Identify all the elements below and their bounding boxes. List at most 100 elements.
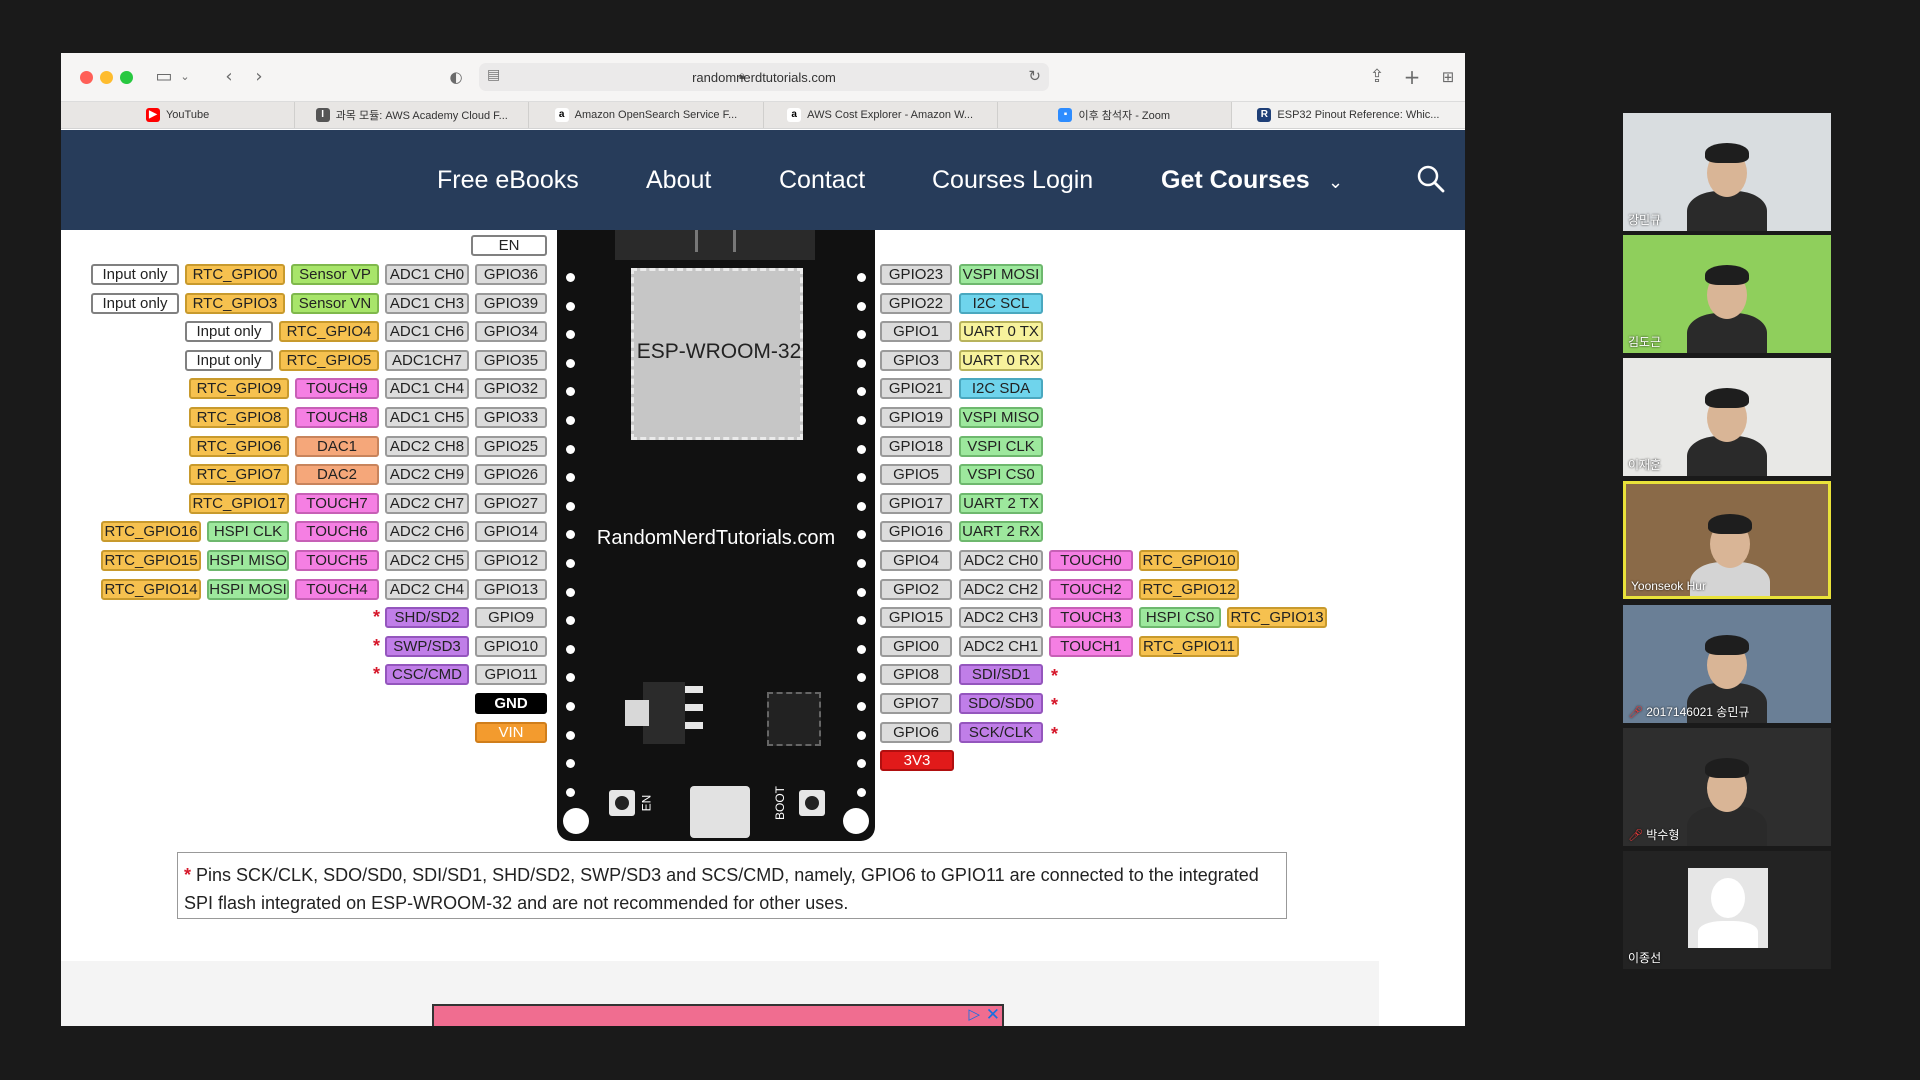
- nav-contact[interactable]: Contact: [779, 166, 865, 195]
- browser-tab[interactable]: ▶ YouTube: [61, 102, 296, 128]
- tab-overview-icon[interactable]: ⊞: [1436, 65, 1460, 89]
- page-content: ESP-WROOM-32 RandomNerdTutorials.com EN …: [61, 230, 1465, 1026]
- pin-function-label: RTC_GPIO11: [1139, 635, 1239, 657]
- pin-function-label: ADC2 CH1: [959, 635, 1043, 657]
- tab-bar: ▶ YouTube I 과목 모듈: AWS Academy Cloud F... a A…: [61, 101, 1465, 129]
- flash-pin-asterisk: *: [1051, 695, 1059, 715]
- pin-function-label: RTC_GPIO17: [189, 492, 289, 514]
- pin-3v3: 3V3: [880, 750, 954, 772]
- search-icon[interactable]: [1416, 164, 1446, 194]
- pin-gpio-label: GPIO32: [475, 378, 547, 400]
- forward-icon[interactable]: ›: [247, 65, 271, 89]
- header-pin: [857, 473, 866, 483]
- ad-info-icon[interactable]: ▷: [968, 1005, 980, 1023]
- window-minimize-button[interactable]: [100, 71, 113, 84]
- pin-function-label: TOUCH9: [295, 378, 379, 400]
- participant-tile[interactable]: 김도근: [1623, 235, 1831, 353]
- reload-icon[interactable]: ↻: [1028, 67, 1041, 85]
- tab-label: ESP32 Pinout Reference: Whic...: [1277, 109, 1440, 121]
- participant-name-label: 이재훈: [1628, 456, 1661, 473]
- browser-tab[interactable]: a AWS Cost Explorer - Amazon W...: [764, 102, 998, 128]
- nav-get-courses[interactable]: Get Courses: [1161, 166, 1310, 195]
- participant-tile[interactable]: Yoonseok Hur: [1623, 481, 1831, 599]
- voltage-regulator: [625, 682, 685, 744]
- pin-function-label: Input only: [185, 349, 273, 371]
- nav-free-ebooks[interactable]: Free eBooks: [437, 166, 579, 195]
- pin-function-label: TOUCH0: [1049, 550, 1133, 571]
- pin-function-label: ADC2 CH4: [385, 578, 469, 600]
- tab-favicon-icon: R: [1257, 108, 1272, 122]
- browser-tab[interactable]: a Amazon OpenSearch Service F...: [529, 102, 764, 128]
- tab-favicon-icon: a: [554, 108, 569, 122]
- pin-function-label: ADC2 CH9: [385, 464, 469, 486]
- participant-name-label: 김도근: [1628, 333, 1661, 350]
- pin-function-label: RTC_GPIO14: [101, 578, 201, 600]
- en-button: [609, 790, 635, 816]
- pin-function-label: RTC_GPIO3: [185, 292, 285, 314]
- header-pin: [857, 273, 866, 282]
- pin-function-label: ADC1 CH6: [385, 321, 469, 343]
- participant-tile[interactable]: 이재훈: [1623, 358, 1831, 476]
- chevron-down-icon[interactable]: ⌄: [173, 65, 197, 89]
- pin-function-label: ADC1 CH4: [385, 378, 469, 400]
- flash-pin-asterisk: *: [1051, 723, 1059, 744]
- participant-tile[interactable]: 이종선: [1623, 851, 1831, 969]
- header-pin: [566, 416, 575, 425]
- pin-function-label: RTC_GPIO8: [189, 407, 289, 428]
- chip-label: ESP-WROOM-32: [636, 340, 802, 363]
- pin-function-label: ADC1 CH3: [385, 292, 469, 314]
- pin-function-label: ADC1 CH5: [385, 407, 469, 428]
- tab-label: YouTube: [165, 109, 210, 121]
- nav-about[interactable]: About: [646, 166, 711, 195]
- pin-function-label: Sensor VN: [291, 292, 379, 314]
- pin-function-label: RTC_GPIO5: [279, 349, 379, 371]
- pin-function-label: SCK/CLK: [959, 721, 1043, 743]
- flash-pin-asterisk: *: [373, 607, 381, 628]
- browser-tab[interactable]: R ESP32 Pinout Reference: Whic...: [1231, 102, 1465, 128]
- note-text: Pins SCK/CLK, SDO/SD0, SDI/SD1, SHD/SD2,…: [184, 865, 1259, 913]
- pin-function-label: RTC_GPIO13: [1227, 607, 1327, 629]
- tab-favicon-icon: ▪: [1058, 108, 1073, 122]
- close-icon[interactable]: ✕: [986, 1005, 1000, 1025]
- back-icon[interactable]: ‹: [217, 65, 241, 89]
- tab-favicon-icon: ▶: [145, 108, 160, 122]
- header-pin: [857, 358, 866, 368]
- participant-tile[interactable]: 강민규: [1623, 113, 1831, 231]
- advertisement-banner[interactable]: ▷ ✕: [432, 1004, 1004, 1026]
- pin-function-label: ADC2 CH5: [385, 550, 469, 571]
- pin-function-label: ADC2 CH0: [959, 550, 1043, 571]
- pin-gpio-label: GPIO5: [880, 464, 952, 486]
- pin-function-label: ADC2 CH6: [385, 521, 469, 543]
- esp32-board-image: ESP-WROOM-32 RandomNerdTutorials.com EN …: [557, 230, 875, 841]
- nav-courses-login[interactable]: Courses Login: [932, 166, 1093, 195]
- participant-tile[interactable]: 🎤︎ 박수형: [1623, 728, 1831, 846]
- pin-function-label: DAC1: [295, 435, 379, 457]
- pin-gpio-label: GPIO7: [880, 693, 952, 714]
- pin-function-label: HSPI MOSI: [207, 578, 289, 600]
- window-maximize-button[interactable]: [120, 71, 133, 84]
- participant-hair: [1705, 388, 1749, 408]
- pin-function-label: RTC_GPIO10: [1139, 550, 1239, 571]
- participant-tile[interactable]: 🎤︎ 2017146021 송민규: [1623, 605, 1831, 723]
- pin-function-label: ADC1CH7: [385, 349, 469, 371]
- chevron-down-icon[interactable]: ⌄: [1328, 172, 1343, 193]
- window-close-button[interactable]: [80, 71, 93, 84]
- browser-tab[interactable]: I 과목 모듈: AWS Academy Cloud F...: [295, 102, 530, 128]
- pin-function-label: SDO/SD0: [959, 693, 1043, 714]
- regulator-leg: [685, 704, 703, 711]
- pin-gpio-label: GPIO27: [475, 492, 547, 514]
- browser-tab[interactable]: ▪ 이후 참석자 - Zoom: [998, 102, 1232, 128]
- pin-function-label: HSPI CS0: [1139, 607, 1221, 629]
- pin-gpio-label: GPIO9: [475, 607, 547, 629]
- address-bar[interactable]: ▤ 🔒︎ randomnerdtutorials.com ↻: [479, 63, 1049, 91]
- header-pin: [857, 387, 866, 397]
- tab-label: AWS Cost Explorer - Amazon W...: [807, 109, 974, 121]
- new-tab-icon[interactable]: +: [1400, 65, 1424, 89]
- shield-icon[interactable]: ◐: [444, 65, 468, 89]
- share-icon[interactable]: ⇪: [1365, 65, 1389, 89]
- pin-function-label: ADC1 CH0: [385, 264, 469, 285]
- pin-function-label: RTC_GPIO4: [279, 321, 379, 343]
- pin-gpio-label: GPIO8: [880, 664, 952, 686]
- pin-function-label: Sensor VP: [291, 264, 379, 285]
- header-pin: [857, 616, 866, 626]
